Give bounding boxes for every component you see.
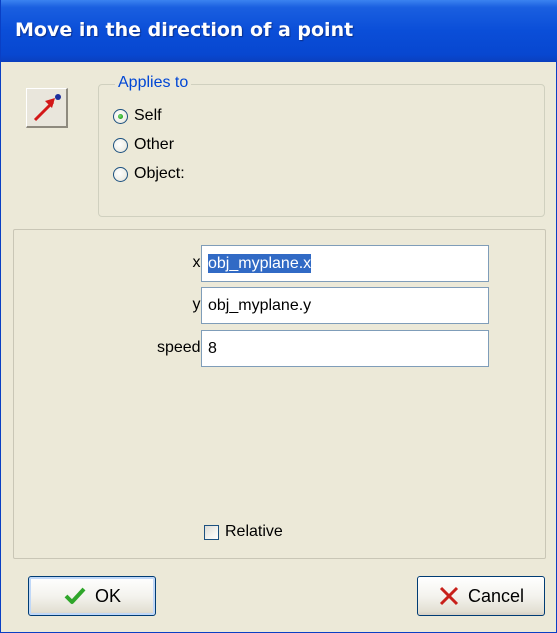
checkmark-icon: [64, 587, 86, 604]
field-row-x: x: obj_myplane.x: [14, 245, 547, 282]
x-input[interactable]: obj_myplane.x: [201, 245, 489, 282]
applies-to-legend: Applies to: [115, 74, 192, 92]
radio-label-other: Other: [134, 136, 175, 153]
radio-button-other[interactable]: [113, 137, 128, 153]
arguments-panel: x: obj_myplane.x y: obj_myplane.y speed:…: [13, 229, 546, 559]
speed-input-value: 8: [208, 340, 217, 357]
speed-label: speed:: [156, 339, 205, 356]
move-towards-point-icon: [26, 88, 68, 128]
close-icon: [439, 586, 459, 606]
field-row-speed: speed: 8: [14, 330, 547, 367]
radio-label-object: Object:: [134, 165, 185, 182]
radio-button-object[interactable]: [113, 166, 128, 182]
dialog-window: Move in the direction of a point Applies…: [0, 0, 557, 633]
radio-selected-dot: [118, 113, 123, 119]
relative-checkbox[interactable]: [204, 524, 219, 540]
radio-label-self: Self: [134, 107, 162, 124]
ok-button-label: OK: [94, 585, 121, 606]
cancel-button[interactable]: Cancel: [417, 576, 545, 616]
relative-label: Relative: [225, 523, 283, 540]
radio-self[interactable]: Self: [113, 105, 162, 127]
speed-input[interactable]: 8: [201, 330, 489, 367]
x-input-value: obj_myplane.x: [208, 254, 312, 273]
relative-checkbox-row[interactable]: Relative: [204, 521, 283, 543]
y-input-value: obj_myplane.y: [208, 297, 312, 314]
ok-button[interactable]: OK: [28, 576, 156, 616]
applies-to-group: Applies to Self Other Object:: [98, 74, 545, 217]
radio-object[interactable]: Object:: [113, 163, 185, 185]
cancel-button-label: Cancel: [467, 585, 525, 606]
y-input[interactable]: obj_myplane.y: [201, 287, 489, 324]
field-row-y: y: obj_myplane.y: [14, 287, 547, 324]
title-bar[interactable]: Move in the direction of a point: [1, 0, 557, 62]
dialog-title: Move in the direction of a point: [15, 19, 354, 41]
radio-other[interactable]: Other: [113, 134, 174, 156]
radio-button-self[interactable]: [113, 108, 128, 124]
